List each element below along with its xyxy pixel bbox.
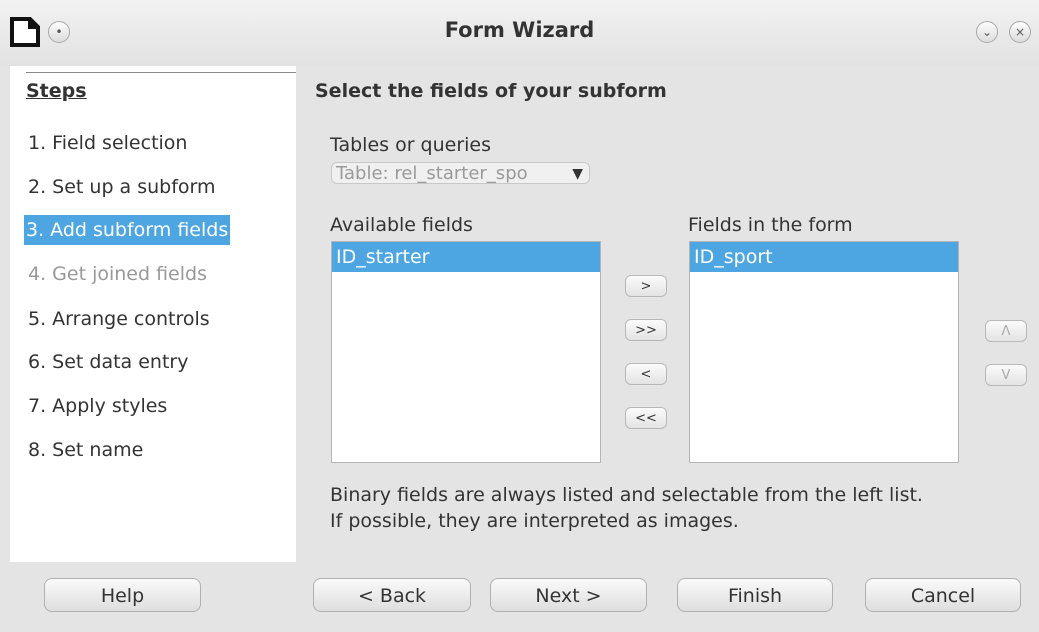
tables-label: Tables or queries (330, 134, 492, 156)
main-panel: Select the fields of your subform Tables… (296, 66, 1039, 562)
steps-panel: Steps 1. Field selection 2. Set up a sub… (10, 66, 296, 562)
form-fields-label: Fields in the form (688, 214, 853, 236)
next-button[interactable]: Next > (490, 578, 647, 612)
list-item[interactable]: ID_sport (690, 242, 958, 272)
steps-divider (26, 72, 296, 73)
tables-select[interactable]: Table: rel_starter_spo ▼ (331, 162, 590, 184)
available-fields-list[interactable]: ID_starter (331, 241, 601, 463)
step-set-up-subform[interactable]: 2. Set up a subform (26, 172, 218, 202)
tables-select-value: Table: rel_starter_spo (336, 163, 528, 184)
step-set-data-entry[interactable]: 6. Set data entry (26, 347, 190, 377)
images-note: If possible, they are interpreted as ima… (330, 510, 739, 532)
chevron-down-icon: ⌄ (981, 25, 993, 39)
available-fields-label: Available fields (330, 214, 473, 236)
title-bar: • Form Wizard ⌄ × (0, 0, 1039, 66)
close-button[interactable]: × (1009, 21, 1031, 43)
steps-heading: Steps (26, 80, 87, 102)
help-button[interactable]: Help (44, 578, 201, 612)
minimize-button[interactable]: ⌄ (976, 21, 998, 43)
step-field-selection[interactable]: 1. Field selection (26, 128, 189, 158)
back-button[interactable]: < Back (313, 578, 471, 612)
add-field-button[interactable]: > (625, 275, 667, 297)
close-icon: × (1014, 25, 1026, 39)
add-all-fields-button[interactable]: >> (625, 319, 667, 341)
step-get-joined-fields: 4. Get joined fields (28, 263, 207, 285)
window-title: Form Wizard (444, 18, 595, 42)
step-add-subform-fields[interactable]: 3. Add subform fields (24, 215, 231, 245)
remove-all-fields-button[interactable]: << (625, 407, 667, 429)
chevron-down-icon: ▼ (572, 166, 583, 182)
step-apply-styles[interactable]: 7. Apply styles (26, 391, 169, 421)
remove-field-button[interactable]: < (625, 363, 667, 385)
finish-button[interactable]: Finish (677, 578, 833, 612)
cancel-button[interactable]: Cancel (865, 578, 1021, 612)
button-bar: Help < Back Next > Finish Cancel (0, 562, 1039, 632)
step-arrange-controls[interactable]: 5. Arrange controls (26, 304, 212, 334)
list-item[interactable]: ID_starter (332, 242, 600, 272)
step-set-name[interactable]: 8. Set name (26, 435, 145, 465)
page-title: Select the fields of your subform (315, 80, 667, 102)
move-down-button[interactable]: V (985, 364, 1027, 386)
binary-fields-note: Binary fields are always listed and sele… (330, 484, 923, 506)
move-up-button[interactable]: Λ (985, 320, 1027, 342)
form-fields-list[interactable]: ID_sport (689, 241, 959, 463)
